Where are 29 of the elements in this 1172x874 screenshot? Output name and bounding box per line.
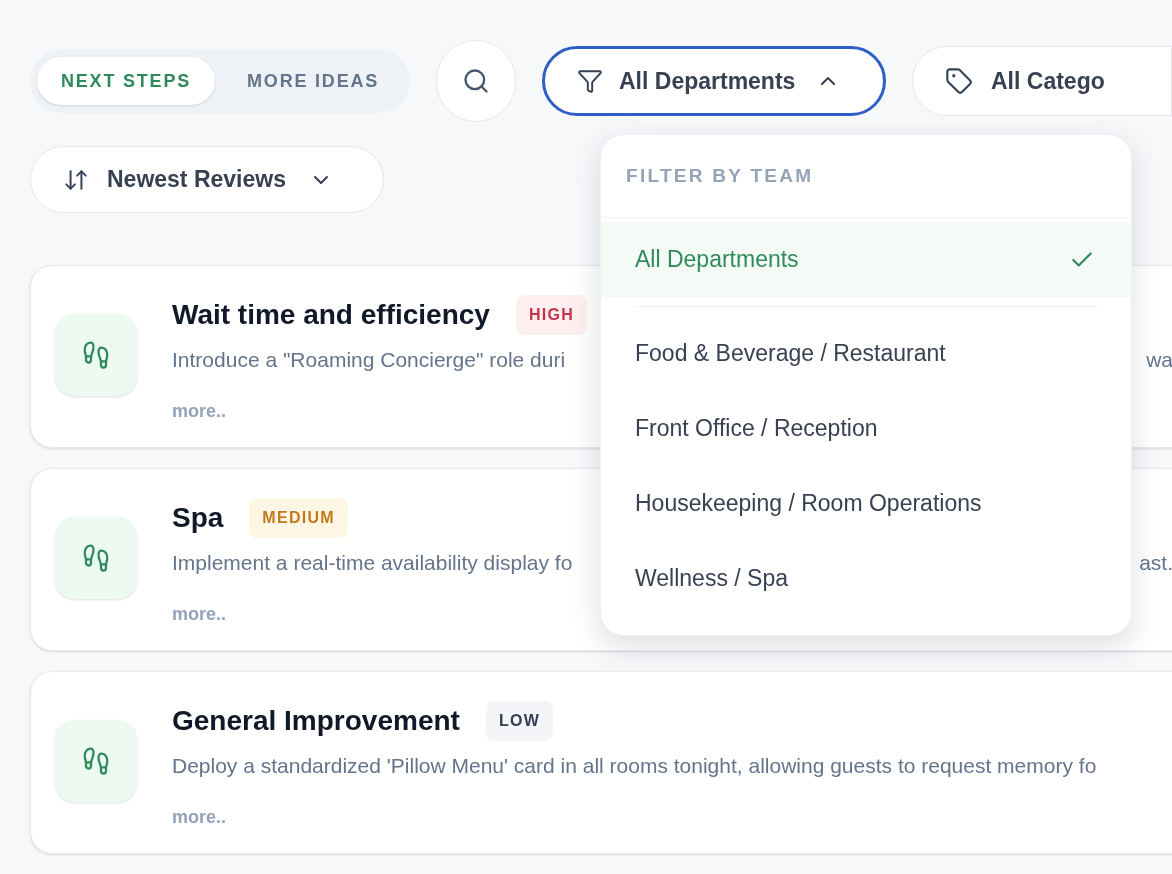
tab[interactable]: MORE IDEAS xyxy=(223,57,404,105)
dropdown-option[interactable]: Wellness / Spa xyxy=(601,541,1131,616)
card-description: Implement a real-time availability display fo xyxy=(172,550,573,576)
chevron-down-icon xyxy=(314,175,328,184)
search-icon xyxy=(462,67,490,95)
dropdown-option[interactable]: All Departments xyxy=(601,222,1131,297)
card-title: Spa xyxy=(172,501,224,535)
dropdown-option[interactable]: Front Office / Reception xyxy=(601,391,1131,466)
footprints-icon xyxy=(81,543,111,573)
department-filter-button[interactable]: All Departments xyxy=(542,46,886,116)
footprints-icon xyxy=(81,340,111,370)
dropdown-option[interactable]: Housekeeping / Room Operations xyxy=(601,466,1131,541)
card-title: General Improvement xyxy=(172,704,460,738)
tag-icon xyxy=(945,67,973,95)
chevron-up-icon xyxy=(821,77,836,85)
priority-badge: MEDIUM xyxy=(249,498,348,538)
dropdown-option[interactable]: Food & Beverage / Restaurant xyxy=(601,316,1131,391)
tab[interactable]: NEXT STEPS xyxy=(37,57,216,105)
priority-badge: HIGH xyxy=(515,295,588,335)
card-description: ast. xyxy=(1139,550,1172,576)
footprints-icon xyxy=(81,746,111,776)
sort-button[interactable]: Newest Reviews xyxy=(30,146,384,213)
card-description: Introduce a "Roaming Concierge" role duri xyxy=(172,347,566,373)
priority-badge: LOW xyxy=(485,701,554,741)
dropdown-heading: FILTER BY TEAM xyxy=(626,163,814,188)
filter-icon xyxy=(577,68,603,94)
card-description: Deploy a standardized 'Pillow Menu' card in all rooms tonight, allowing guests to request memory fo xyxy=(172,753,1097,779)
card-title: Wait time and efficiency xyxy=(172,298,490,332)
category-filter-button[interactable]: All Catego xyxy=(912,46,1172,116)
